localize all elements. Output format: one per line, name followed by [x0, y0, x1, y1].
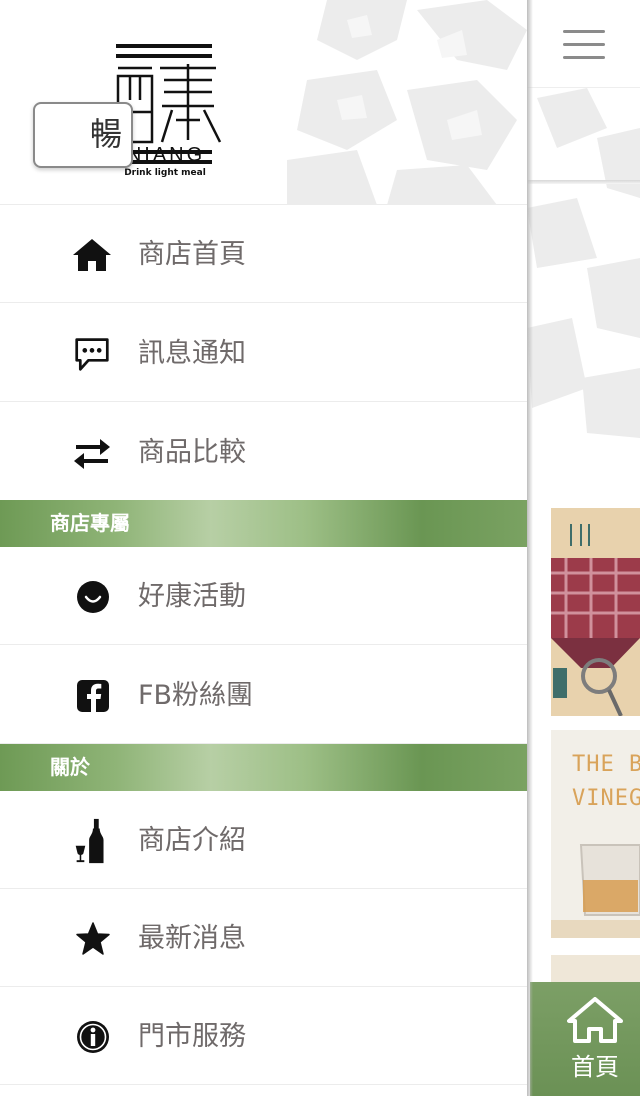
- menu-item-label: 門市服務: [138, 1021, 246, 1052]
- section-label: 商店專屬: [50, 511, 130, 535]
- wine-bottle-icon: [75, 818, 104, 864]
- tab-bar-shadow: [527, 180, 640, 184]
- menu-item-label: 好康活動: [138, 581, 246, 612]
- top-bar: [527, 0, 640, 88]
- background-texture: [527, 88, 640, 438]
- chat-bubble-icon: [75, 338, 109, 371]
- menu-item-store-service[interactable]: 門市服務: [0, 987, 527, 1085]
- menu-item-facebook[interactable]: FB粉絲團: [0, 646, 527, 744]
- category-tab-label: 暢: [90, 115, 123, 153]
- drawer-shadow: [527, 0, 533, 1096]
- brand-tagline: Drink light meal: [124, 168, 206, 178]
- menu-item-notifications[interactable]: 訊息通知: [0, 304, 527, 402]
- menu-item-label: 最新消息: [138, 923, 246, 954]
- product-card-text: THE BE VINEGE: [572, 752, 640, 811]
- info-icon: [77, 1021, 109, 1053]
- menu-item-label: 商店介紹: [138, 825, 246, 856]
- section-label: 關於: [50, 755, 90, 779]
- smiley-icon: [77, 581, 109, 613]
- menu-item-label: 商店首頁: [138, 239, 246, 270]
- product-card[interactable]: [551, 508, 640, 716]
- header-texture: [287, 0, 527, 204]
- menu-item-label: 商品比較: [138, 437, 246, 468]
- bottom-nav-home-label: 首頁: [571, 1053, 619, 1081]
- hamburger-menu-icon[interactable]: [563, 30, 605, 60]
- swap-arrows-icon: [74, 439, 110, 469]
- section-header-store: 商店專屬: [0, 500, 527, 547]
- menu-item-store-home[interactable]: 商店首頁: [0, 205, 527, 303]
- product-card[interactable]: [551, 955, 640, 985]
- section-header-about: 關於: [0, 744, 527, 791]
- menu-item-promotions[interactable]: 好康活動: [0, 547, 527, 645]
- star-icon: [76, 922, 110, 955]
- menu-item-store-intro[interactable]: 商店介紹: [0, 791, 527, 889]
- home-icon: [73, 239, 111, 271]
- product-image: [551, 508, 640, 716]
- home-icon: [567, 997, 623, 1043]
- menu-item-label: FB粉絲團: [138, 680, 254, 711]
- menu-item-news[interactable]: 最新消息: [0, 889, 527, 987]
- facebook-icon: [77, 680, 109, 712]
- menu-item-label: 訊息通知: [138, 338, 246, 369]
- menu-item-compare[interactable]: 商品比較: [0, 403, 527, 501]
